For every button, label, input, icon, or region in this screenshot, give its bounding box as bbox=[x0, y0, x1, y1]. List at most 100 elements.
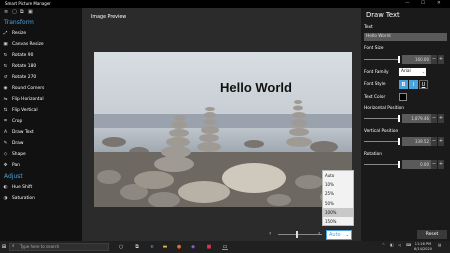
vertical-slider-track[interactable] bbox=[364, 141, 398, 142]
text-input[interactable]: Hello World bbox=[364, 33, 447, 41]
zoom-option-50[interactable]: 50% bbox=[323, 199, 353, 208]
horizontal-slider-thumb[interactable] bbox=[398, 115, 400, 122]
system-clock[interactable]: 11:26 PM 6/14/2020 bbox=[414, 242, 432, 252]
vertical-position-input[interactable]: 339.52 bbox=[402, 137, 431, 146]
chevron-down-icon: ⌄ bbox=[345, 232, 349, 237]
file-explorer-icon[interactable]: ▬ bbox=[162, 244, 168, 250]
text-label: Text bbox=[364, 25, 373, 30]
firefox-icon[interactable]: ● bbox=[176, 244, 182, 250]
sidebar-item-pan[interactable]: ✥ Pan bbox=[0, 160, 82, 171]
save-icon[interactable]: ⧉ bbox=[20, 9, 24, 15]
reset-button[interactable]: Reset bbox=[417, 230, 447, 239]
text-color-swatch[interactable] bbox=[399, 93, 407, 101]
taskbar-search[interactable]: ⌕ Type here to search bbox=[9, 243, 109, 251]
flip-vertical-icon: ⇅ bbox=[3, 108, 8, 113]
text-color-label: Text Color bbox=[364, 95, 386, 100]
rotate-icon: ↻ bbox=[3, 64, 8, 69]
volume-icon[interactable]: ◁ bbox=[398, 243, 401, 247]
rotation-decrement-button[interactable]: − bbox=[431, 160, 437, 169]
smart-picture-manager-taskbar-icon[interactable]: ▭ bbox=[222, 244, 228, 250]
horizontal-position-input[interactable]: 1,879.46 bbox=[402, 114, 431, 123]
zoom-option-10[interactable]: 10% bbox=[323, 180, 353, 189]
notification-icon[interactable]: ▤ bbox=[438, 243, 441, 247]
font-size-control: 160.00 − + bbox=[364, 55, 444, 64]
network-icon[interactable]: ◧ bbox=[390, 243, 393, 247]
rotation-label: Rotation bbox=[364, 152, 382, 157]
zoom-select[interactable]: Auto ⌄ bbox=[326, 230, 352, 240]
taskbar: ⊞ ⌕ Type here to search ○ ⧉ e ▬ ● ◆ ■ ▭ … bbox=[0, 241, 450, 253]
hamburger-menu-icon[interactable]: ≡ bbox=[4, 9, 8, 15]
task-view-icon[interactable]: ⧉ bbox=[134, 244, 140, 250]
sidebar-section-title[interactable]: Transform bbox=[0, 17, 82, 28]
sidebar-section-title[interactable]: Adjust bbox=[0, 171, 82, 182]
italic-button[interactable]: I bbox=[409, 80, 418, 89]
vertical-increment-button[interactable]: + bbox=[438, 137, 444, 146]
preview-area: Image Preview Hello World ‹ › Auto ⌄ bbox=[82, 8, 361, 241]
app-icon[interactable]: ■ bbox=[206, 244, 212, 250]
export-icon[interactable]: ▣ bbox=[28, 9, 33, 15]
search-icon: ⌕ bbox=[12, 244, 15, 249]
zoom-option-25[interactable]: 25% bbox=[323, 189, 353, 198]
sidebar-item-resize[interactable]: ⤢ Resize bbox=[0, 28, 82, 39]
horizontal-slider-track[interactable] bbox=[364, 118, 398, 119]
edge-browser-icon[interactable]: e bbox=[149, 244, 155, 250]
rotation-input[interactable]: 0.00 bbox=[402, 160, 431, 169]
sidebar-item-rotate-90[interactable]: ↻ Rotate 90 bbox=[0, 50, 82, 61]
preview-image[interactable]: Hello World bbox=[94, 52, 352, 207]
underline-button[interactable]: U bbox=[419, 80, 428, 89]
visual-studio-icon[interactable]: ◆ bbox=[190, 244, 196, 250]
sidebar-item-label: Round Corners bbox=[12, 86, 45, 91]
horizontal-position-control: 1,879.46 − + bbox=[364, 114, 444, 123]
sidebar-item-round-corners[interactable]: ◉ Round Corners bbox=[0, 83, 82, 94]
horizontal-position-label: Horizontal Position bbox=[364, 106, 405, 111]
sidebar-item-crop[interactable]: ⌗ Crop bbox=[0, 116, 82, 127]
draw-icon: ✎ bbox=[3, 141, 8, 146]
sidebar-item-label: Saturation bbox=[12, 196, 35, 201]
sidebar-item-canvas-resize[interactable]: ▣ Canvas Resize bbox=[0, 39, 82, 50]
maximize-button[interactable]: ☐ bbox=[421, 0, 425, 8]
sidebar-item-rotate-270[interactable]: ↺ Rotate 270 bbox=[0, 72, 82, 83]
tray-chevron-icon[interactable]: ^ bbox=[382, 243, 385, 247]
horizontal-increment-button[interactable]: + bbox=[438, 114, 444, 123]
chevron-right-icon[interactable]: › bbox=[318, 230, 320, 237]
sidebar-item-shape[interactable]: ◇ Shape bbox=[0, 149, 82, 160]
sidebar-item-hue-shift[interactable]: ◐ Hue Shift bbox=[0, 182, 82, 193]
font-size-slider-track[interactable] bbox=[364, 59, 398, 60]
minimize-button[interactable]: — bbox=[405, 0, 410, 8]
font-size-decrement-button[interactable]: − bbox=[431, 55, 437, 64]
zoom-option-auto[interactable]: Auto bbox=[323, 171, 353, 180]
horizontal-decrement-button[interactable]: − bbox=[431, 114, 437, 123]
sidebar-item-label: Resize bbox=[12, 31, 27, 36]
zoom-slider-track[interactable] bbox=[278, 234, 322, 235]
pan-icon: ✥ bbox=[3, 163, 8, 168]
sidebar-item-label: Draw Text bbox=[12, 130, 34, 135]
cortana-icon[interactable]: ○ bbox=[118, 244, 124, 250]
font-size-slider-thumb[interactable] bbox=[398, 56, 400, 63]
keyboard-icon[interactable]: ⌨ bbox=[406, 243, 411, 247]
font-size-input[interactable]: 160.00 bbox=[402, 55, 431, 64]
bold-button[interactable]: B bbox=[399, 80, 408, 89]
rotation-increment-button[interactable]: + bbox=[438, 160, 444, 169]
rotation-slider-thumb[interactable] bbox=[398, 161, 400, 168]
font-size-increment-button[interactable]: + bbox=[438, 55, 444, 64]
font-size-label: Font Size bbox=[364, 46, 384, 51]
sidebar-item-draw[interactable]: ✎ Draw bbox=[0, 138, 82, 149]
windows-start-icon[interactable]: ⊞ bbox=[1, 244, 7, 250]
chevron-left-icon[interactable]: ‹ bbox=[269, 230, 271, 237]
vertical-decrement-button[interactable]: − bbox=[431, 137, 437, 146]
zoom-option-100[interactable]: 100% bbox=[323, 207, 353, 217]
rotate-icon: ↻ bbox=[3, 53, 8, 58]
rotation-slider-track[interactable] bbox=[364, 164, 398, 165]
zoom-option-150[interactable]: 150% bbox=[323, 217, 353, 226]
zoom-slider-thumb[interactable] bbox=[296, 231, 298, 238]
open-file-icon[interactable]: ▢ bbox=[12, 9, 17, 15]
overlay-text[interactable]: Hello World bbox=[220, 80, 292, 95]
sidebar-item-rotate-180[interactable]: ↻ Rotate 180 bbox=[0, 61, 82, 72]
font-family-select[interactable]: Arial ⌄ bbox=[399, 68, 426, 76]
sidebar-item-draw-text[interactable]: A Draw Text bbox=[0, 127, 82, 138]
vertical-slider-thumb[interactable] bbox=[398, 138, 400, 145]
sidebar-item-saturation[interactable]: ◑ Saturation bbox=[0, 193, 82, 204]
close-button[interactable]: ✕ bbox=[437, 0, 441, 8]
sidebar-item-flip-vertical[interactable]: ⇅ Flip Vertical bbox=[0, 105, 82, 116]
sidebar-item-flip-horizontal[interactable]: ⇋ Flip Horizontal bbox=[0, 94, 82, 105]
